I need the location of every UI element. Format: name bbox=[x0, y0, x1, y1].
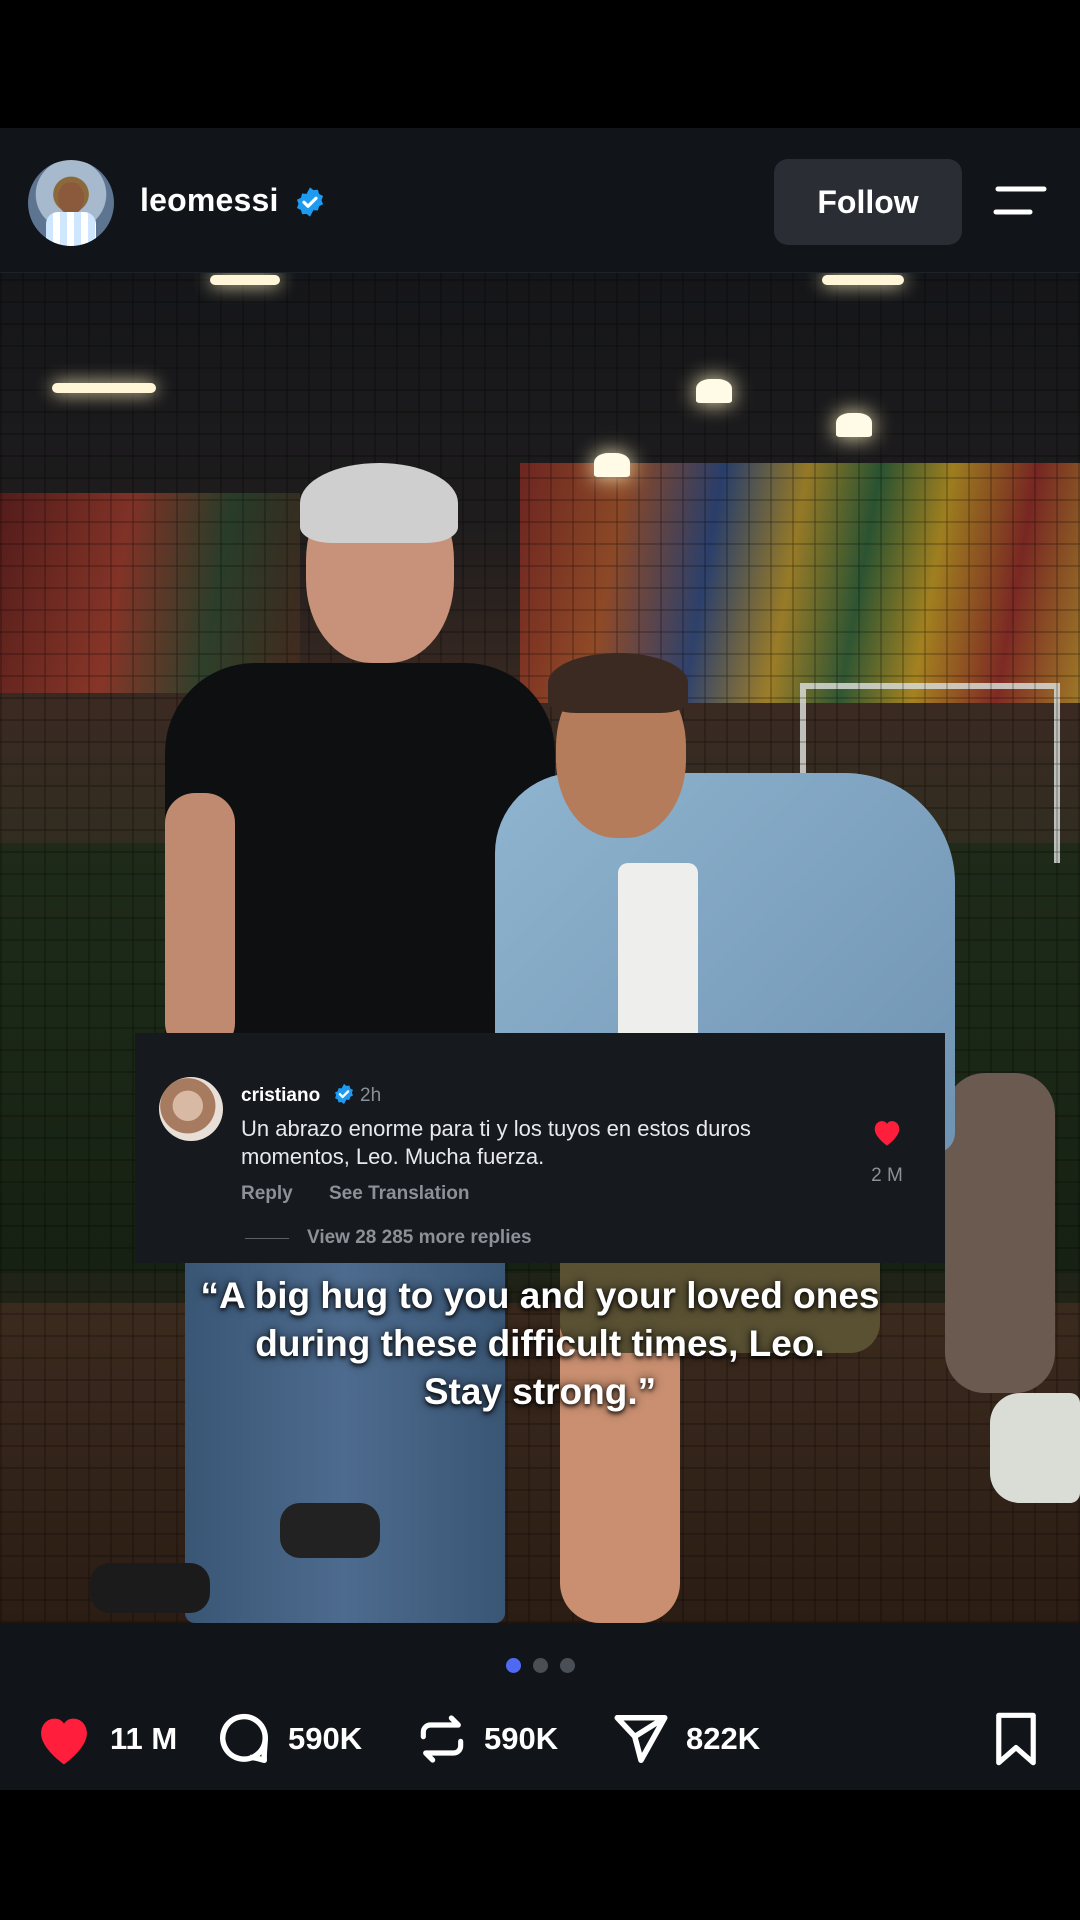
comment-heart-icon[interactable] bbox=[870, 1117, 904, 1147]
like-button[interactable]: 11 M bbox=[32, 1709, 177, 1769]
ceiling-light bbox=[52, 383, 156, 393]
hanging-lamp bbox=[594, 453, 630, 477]
caption-overlay: “A big hug to you and your loved ones du… bbox=[140, 1272, 940, 1416]
share-button[interactable]: 822K bbox=[610, 1709, 760, 1769]
post-photo[interactable] bbox=[0, 273, 1080, 1623]
caption-line: “A big hug to you and your loved ones bbox=[200, 1275, 880, 1316]
home-indicator-area bbox=[0, 1790, 1080, 1920]
verified-badge-icon bbox=[296, 187, 324, 217]
share-count: 822K bbox=[686, 1721, 761, 1756]
follow-button[interactable]: Follow bbox=[774, 159, 962, 245]
view-more-replies-button[interactable]: View 28 285 more replies bbox=[307, 1227, 532, 1249]
menu-icon[interactable] bbox=[992, 184, 1048, 218]
person-right-tattooed-leg bbox=[945, 1073, 1055, 1393]
hanging-lamp bbox=[836, 413, 872, 437]
verified-badge-icon bbox=[335, 1083, 353, 1105]
person-left-hair bbox=[300, 463, 458, 543]
repost-icon bbox=[420, 1715, 464, 1763]
comment-like-count: 2 M bbox=[871, 1165, 903, 1186]
share-paper-plane-icon bbox=[614, 1715, 668, 1763]
repost-count: 590K bbox=[484, 1721, 559, 1756]
person-right-hair bbox=[548, 653, 688, 713]
comment-bubble-icon bbox=[220, 1713, 269, 1763]
ceiling-light bbox=[822, 275, 904, 285]
replies-divider bbox=[245, 1238, 289, 1239]
sneaker bbox=[990, 1393, 1080, 1503]
caption-line: during these difficult times, Leo. bbox=[255, 1323, 825, 1364]
carousel-dot[interactable] bbox=[532, 1658, 548, 1673]
avatar-figure bbox=[58, 182, 84, 214]
carousel-indicator bbox=[0, 1658, 1080, 1673]
carousel-dot[interactable] bbox=[559, 1658, 575, 1673]
sneaker-floor bbox=[280, 1503, 380, 1558]
ceiling-light bbox=[210, 275, 280, 285]
bookmark-icon[interactable] bbox=[990, 1711, 1042, 1767]
see-translation-button[interactable]: See Translation bbox=[329, 1183, 469, 1205]
avatar-jersey bbox=[46, 212, 96, 246]
comment-username[interactable]: cristiano bbox=[241, 1085, 320, 1107]
comment-count: 590K bbox=[288, 1721, 363, 1756]
heart-icon bbox=[41, 1718, 87, 1765]
status-area bbox=[0, 0, 1080, 128]
comment-time: 2h bbox=[360, 1085, 382, 1106]
sneaker-floor bbox=[90, 1563, 210, 1613]
profile-avatar[interactable] bbox=[28, 160, 114, 246]
reply-button[interactable]: Reply bbox=[241, 1183, 293, 1205]
comment-card: cristiano 2h Un abrazo enorme para ti y … bbox=[135, 1033, 945, 1263]
comment-button[interactable]: 590K bbox=[214, 1709, 362, 1769]
username[interactable]: leomessi bbox=[140, 182, 279, 219]
comment-avatar[interactable] bbox=[159, 1077, 223, 1141]
caption-line: Stay strong.” bbox=[423, 1371, 657, 1412]
like-count: 11 M bbox=[110, 1721, 178, 1756]
post-header: leomessi Follow bbox=[0, 128, 1080, 273]
comment-text: Un abrazo enorme para ti y los tuyos en … bbox=[241, 1116, 751, 1169]
hanging-lamp bbox=[696, 379, 732, 403]
carousel-dot[interactable] bbox=[505, 1658, 521, 1673]
person-left-arm bbox=[165, 793, 235, 1053]
repost-button[interactable]: 590K bbox=[414, 1709, 558, 1769]
post-footer: 11 M 590K 590K 822K bbox=[0, 1623, 1080, 1790]
